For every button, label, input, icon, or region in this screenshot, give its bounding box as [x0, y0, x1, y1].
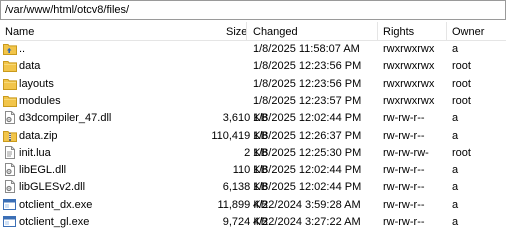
file-name: ..	[19, 43, 26, 55]
exe-file-icon	[3, 215, 17, 228]
dll-file-icon	[3, 111, 17, 125]
file-owner: root	[452, 146, 471, 159]
file-owner: a	[452, 43, 459, 55]
file-owner: a	[452, 198, 459, 211]
file-changed: 1/8/2025 12:25:30 PM	[253, 146, 362, 159]
file-name: data	[19, 60, 41, 73]
file-name: modules	[19, 94, 61, 107]
file-name: layouts	[19, 77, 54, 90]
column-name-header[interactable]: Name	[5, 25, 34, 39]
file-changed: 1/8/2025 12:02:44 PM	[253, 112, 362, 125]
path-text: /var/www/html/otcv8/files/	[5, 4, 130, 16]
file-rights: rwxrwxrwx	[383, 94, 435, 107]
file-rights: rw-rw-rw-	[383, 146, 429, 159]
file-rights: rw-rw-r--	[383, 198, 425, 211]
zip-folder-icon	[3, 129, 17, 142]
dll-file-icon	[3, 180, 17, 194]
folder-icon	[3, 77, 17, 90]
file-row[interactable]: otclient_dx.exe 11,899 KB 4/22/2024 3:59:2…	[0, 196, 506, 213]
file-rights: rw-rw-r--	[383, 164, 425, 177]
parent-folder-icon	[3, 42, 17, 55]
folder-row[interactable]: .. 1/8/2025 11:58:07 AM rwxrwxrwx a	[0, 40, 506, 57]
file-name: d3dcompiler_47.dll	[19, 112, 112, 125]
file-name: libEGL.dll	[19, 164, 67, 177]
column-changed-header[interactable]: Changed	[253, 25, 298, 39]
folder-row[interactable]: modules 1/8/2025 12:23:57 PM rwxrwxrwx root	[0, 92, 506, 109]
file-owner: root	[452, 77, 471, 90]
file-rights: rw-rw-r--	[383, 216, 425, 228]
file-row[interactable]: otclient_gl.exe 9,724 KB 4/22/2024 3:27:22…	[0, 213, 506, 230]
folder-row[interactable]: layouts 1/8/2025 12:23:56 PM rwxrwxrwx root	[0, 75, 506, 92]
column-size-header[interactable]: Size	[226, 25, 247, 39]
file-row[interactable]: init.lua 2 KB 1/8/2025 12:25:30 PM rw-rw-rw…	[0, 144, 506, 161]
file-rights: rw-rw-r--	[383, 129, 425, 142]
file-changed: 1/8/2025 12:23:56 PM	[253, 60, 362, 73]
file-name: libGLESv2.dll	[19, 181, 86, 194]
text-file-icon	[3, 145, 17, 159]
folder-icon	[3, 59, 17, 73]
file-rights: rwxrwxrwx	[383, 60, 435, 73]
exe-file-icon	[3, 198, 17, 211]
file-name: init.lua	[19, 146, 51, 159]
column-divider[interactable]	[377, 22, 378, 40]
file-owner: a	[452, 164, 459, 177]
file-name: otclient_gl.exe	[19, 216, 90, 228]
file-changed: 1/8/2025 12:23:57 PM	[253, 94, 362, 107]
file-name: data.zip	[19, 129, 58, 142]
file-owner: a	[452, 112, 459, 125]
folder-icon	[3, 94, 17, 107]
file-changed: 1/8/2025 12:02:44 PM	[253, 181, 362, 194]
file-rights: rwxrwxrwx	[383, 77, 435, 90]
file-owner: root	[452, 60, 471, 73]
file-changed: 4/22/2024 3:27:22 AM	[253, 216, 361, 228]
column-owner-header[interactable]: Owner	[452, 25, 484, 39]
file-changed: 1/8/2025 12:02:44 PM	[253, 164, 362, 177]
path-bar[interactable]: /var/www/html/otcv8/files/	[0, 0, 506, 20]
file-row[interactable]: libGLESv2.dll 6,138 KB 1/8/2025 12:02:44 P…	[0, 178, 506, 195]
file-owner: a	[452, 181, 459, 194]
file-changed: 1/8/2025 11:58:07 AM	[253, 43, 360, 55]
file-row[interactable]: libEGL.dll 110 KB 1/8/2025 12:02:44 PM rw-r…	[0, 161, 506, 178]
file-rights: rw-rw-r--	[383, 112, 425, 125]
dll-file-icon	[3, 163, 17, 177]
column-divider[interactable]	[246, 22, 247, 40]
column-header: Name Size Changed Rights Owner	[0, 22, 506, 41]
file-owner: a	[452, 129, 459, 142]
file-rights: rwxrwxrwx	[383, 43, 435, 55]
file-changed: 4/22/2024 3:59:28 AM	[253, 198, 361, 211]
file-rights: rw-rw-r--	[383, 181, 425, 194]
file-name: otclient_dx.exe	[19, 198, 93, 211]
file-row[interactable]: data.zip 110,419 KB 1/8/2025 12:26:37 PM rw…	[0, 127, 506, 144]
file-row[interactable]: d3dcompiler_47.dll 3,610 KB 1/8/2025 12:02…	[0, 109, 506, 126]
folder-row[interactable]: data 1/8/2025 12:23:56 PM rwxrwxrwx root	[0, 57, 506, 74]
column-rights-header[interactable]: Rights	[383, 25, 414, 39]
file-changed: 1/8/2025 12:26:37 PM	[253, 129, 362, 142]
file-owner: root	[452, 94, 471, 107]
file-owner: a	[452, 216, 459, 228]
file-changed: 1/8/2025 12:23:56 PM	[253, 77, 362, 90]
column-divider[interactable]	[446, 22, 447, 40]
